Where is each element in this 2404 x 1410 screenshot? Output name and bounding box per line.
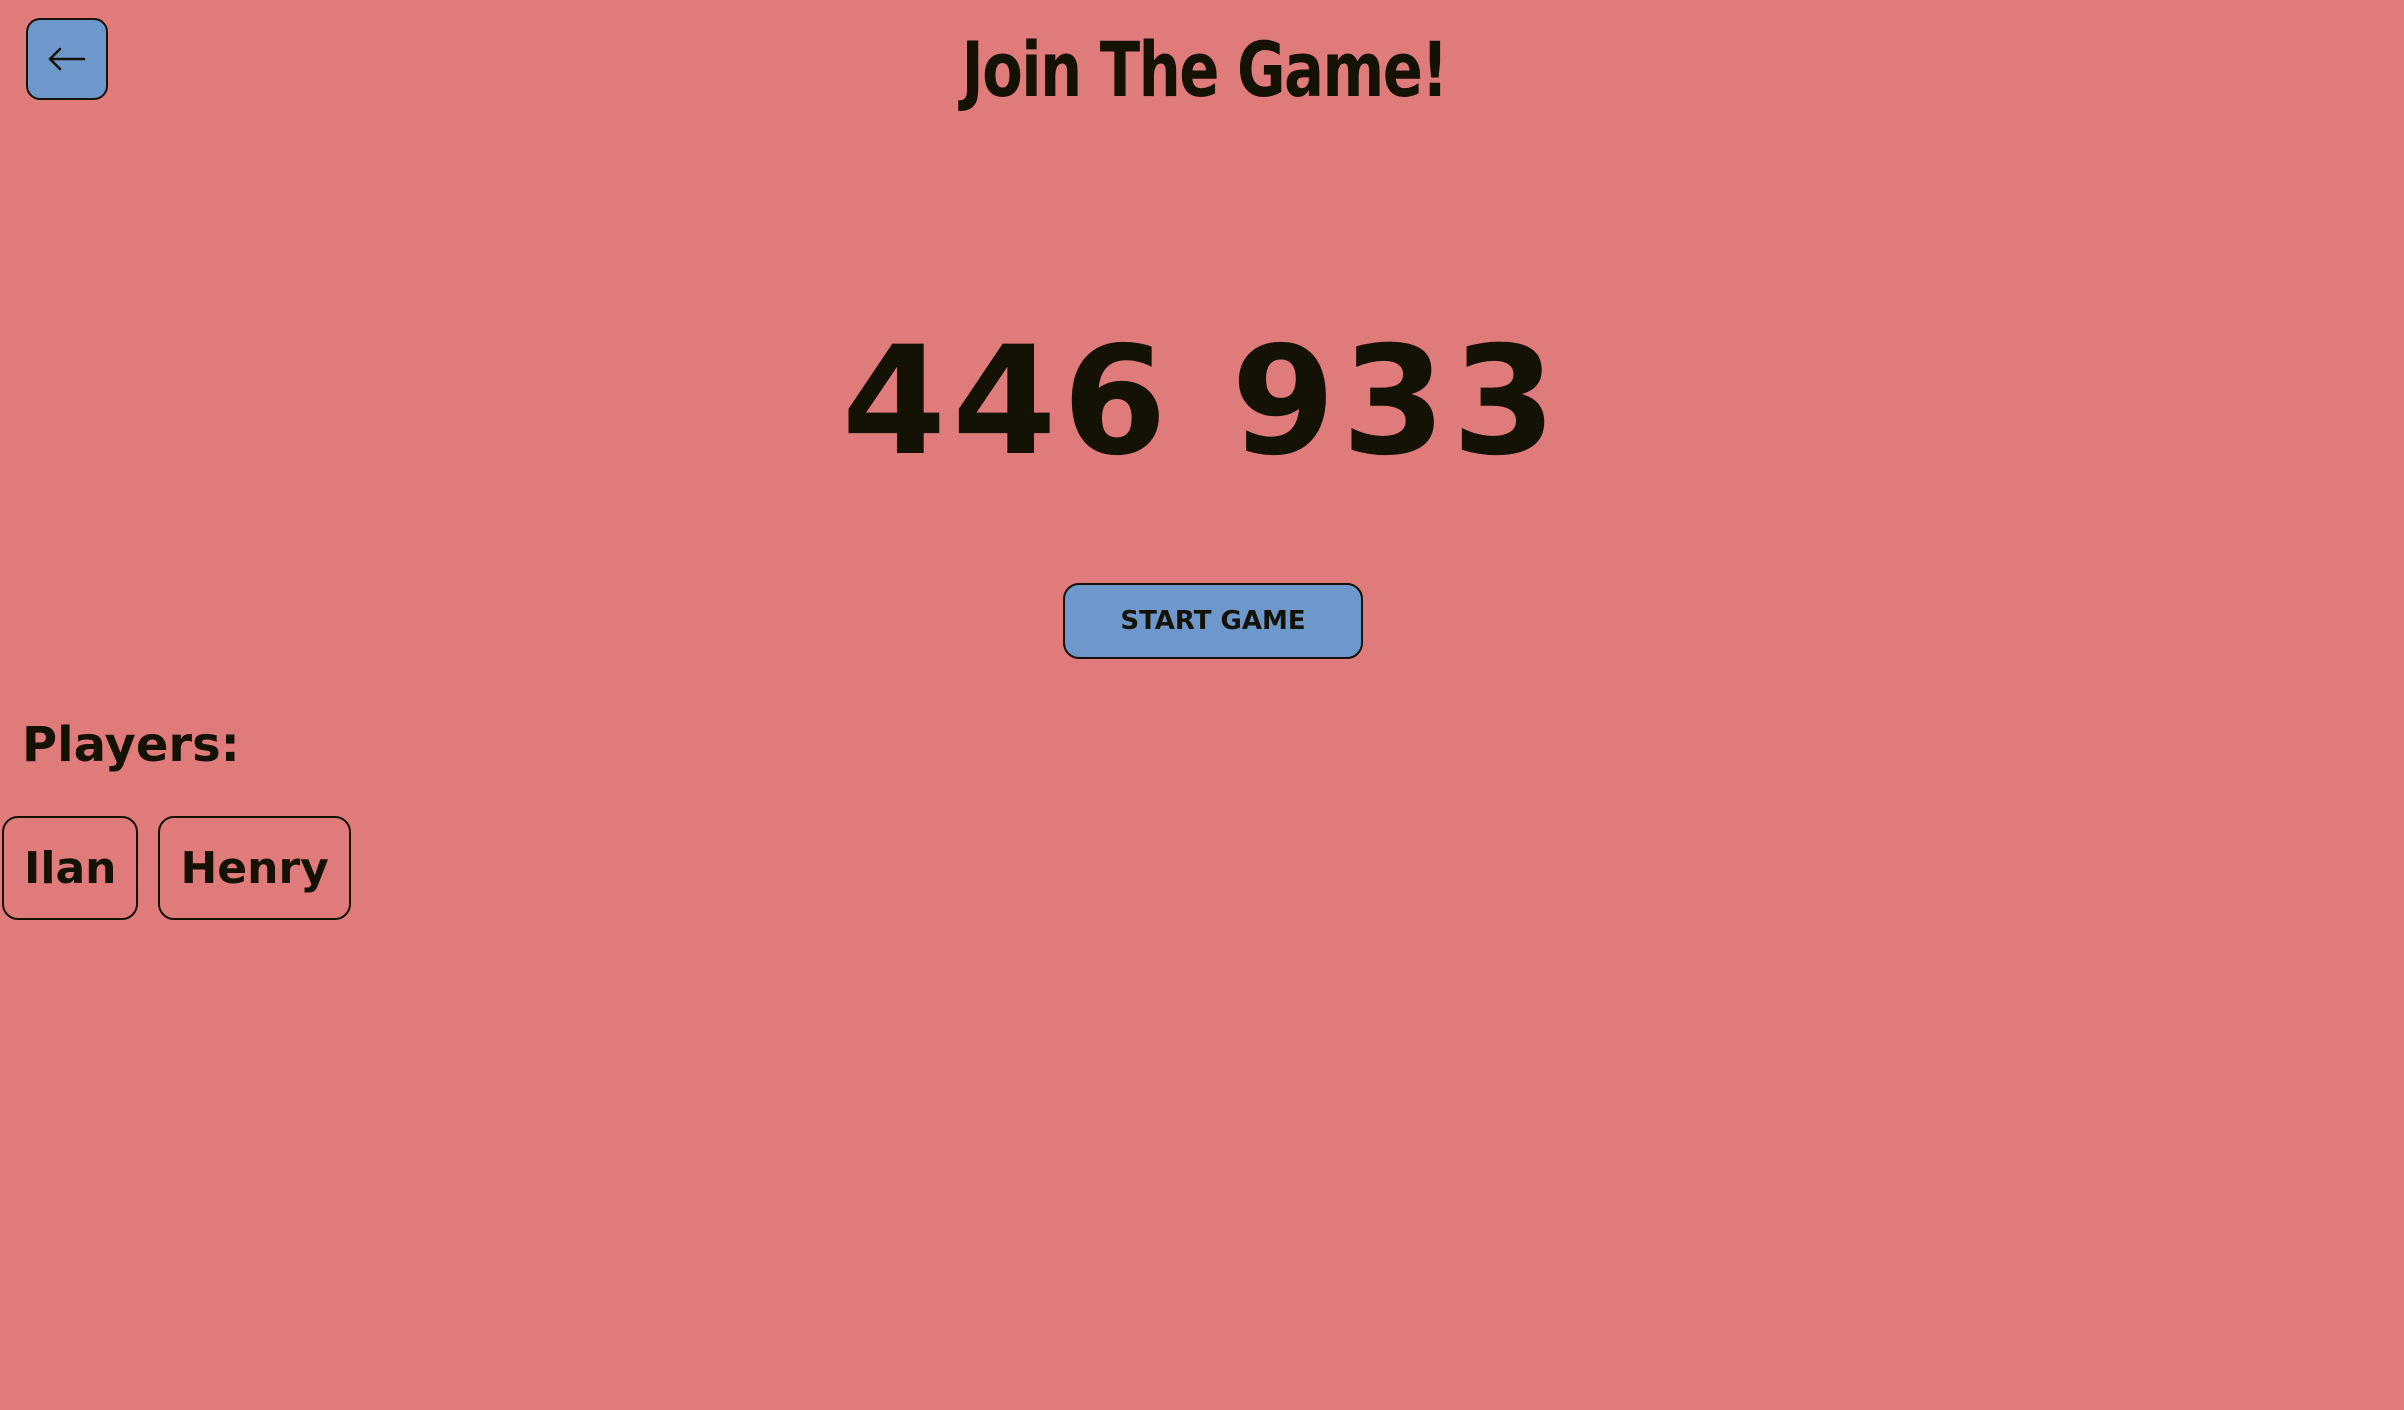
back-button[interactable] [26,18,108,100]
player-list: Ilan Henry [2,816,351,920]
players-heading: Players: [22,717,240,773]
player-chip: Ilan [2,816,139,920]
start-game-button[interactable]: START GAME [1063,583,1363,659]
page-title: Join The Game! [961,25,1449,114]
game-code: 446 933 [841,315,1563,489]
arrow-left-icon [47,46,87,72]
player-chip: Henry [158,816,351,920]
